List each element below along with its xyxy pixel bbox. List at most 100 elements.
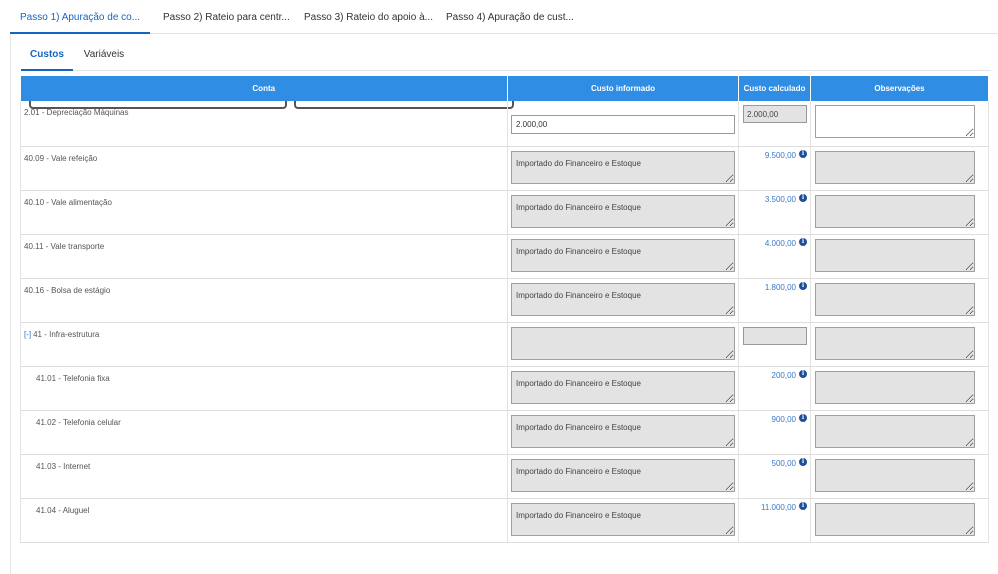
informed-cost-textarea[interactable] [511, 326, 735, 360]
step-tab-1[interactable]: Passo 1) Apuração de co... [10, 0, 151, 34]
calculated-cost-cell: 11.000,00 i [738, 498, 811, 543]
table-row: 41.02 - Telefonia celular Importado do F… [20, 410, 989, 455]
informed-cost-cell: Importado do Financeiro e Estoque [507, 410, 739, 455]
calculated-cost-cell: 3.500,00 i [738, 190, 811, 235]
account-name: 41 - Infra-estrutura [33, 329, 100, 339]
account-cell: 40.16 - Bolsa de estágio [20, 278, 508, 323]
calculated-cost-value: 9.500,00 [764, 150, 796, 160]
observations-cell [810, 322, 989, 367]
tab-variaveis[interactable]: Variáveis [77, 46, 131, 71]
observations-textarea[interactable] [815, 105, 975, 138]
account-cell: 40.11 - Vale transporte [20, 234, 508, 279]
informed-cost-textarea[interactable]: Importado do Financeiro e Estoque [511, 502, 735, 536]
tab-custos[interactable]: Custos [21, 46, 73, 71]
account-group: [-] 41 - Infra-estrutura [21, 323, 507, 339]
calculated-cost-cell: 1.800,00 i [738, 278, 811, 323]
observations-cell [810, 454, 989, 499]
account-name: 40.16 - Bolsa de estágio [24, 285, 111, 295]
calculated-cost-value: 200,00 [771, 370, 796, 380]
table-row: 40.10 - Vale alimentação Importado do Fi… [20, 190, 989, 235]
account-name: 41.04 - Aluguel [36, 505, 90, 515]
info-icon[interactable]: i [799, 237, 807, 246]
account-name: 41.03 - Internet [36, 461, 91, 471]
observations-cell [810, 366, 989, 411]
calculated-cost-value: 500,00 [771, 458, 796, 468]
observations-textarea[interactable] [815, 502, 975, 536]
account-cell: 2.01 - Depreciação Máquinas [20, 101, 508, 147]
observations-cell [810, 101, 989, 147]
info-icon[interactable]: i [799, 149, 807, 158]
table-row: 41.01 - Telefonia fixa Importado do Fina… [20, 366, 989, 411]
account-name: 2.01 - Depreciação Máquinas [24, 108, 129, 117]
calculated-cost-cell: 2.000,00 [738, 101, 811, 147]
observations-textarea[interactable] [815, 282, 975, 316]
info-icon[interactable]: i [799, 501, 807, 510]
calculated-cost-box [743, 326, 807, 345]
informed-cost-textarea[interactable]: Importado do Financeiro e Estoque [511, 150, 735, 184]
informed-cost-cell: Importado do Financeiro e Estoque [507, 278, 739, 323]
informed-cost-cell: Importado do Financeiro e Estoque [507, 498, 739, 543]
info-icon[interactable]: i [799, 457, 807, 466]
calculated-cost-value: 3.500,00 [764, 194, 796, 204]
header-observacoes[interactable]: Observações [810, 76, 989, 101]
observations-textarea[interactable] [815, 414, 975, 448]
informed-cost-textarea[interactable]: Importado do Financeiro e Estoque [511, 282, 735, 316]
calculated-cost-cell [738, 322, 811, 367]
info-icon[interactable]: i [799, 413, 807, 422]
calculated-cost-box: 2.000,00 [743, 105, 807, 123]
info-icon[interactable]: i [799, 369, 807, 378]
informed-cost-cell [507, 101, 739, 147]
costs-table: Conta Custo informado Custo calculado Ob… [20, 76, 989, 543]
calculated-cost-cell: 9.500,00 i [738, 146, 811, 191]
informed-cost-cell: Importado do Financeiro e Estoque [507, 454, 739, 499]
collapse-toggle[interactable]: [-] [24, 330, 31, 339]
observations-textarea[interactable] [815, 458, 975, 492]
account-name: 41.01 - Telefonia fixa [36, 373, 110, 383]
header-custo-calculado[interactable]: Custo calculado [738, 76, 811, 101]
observations-textarea[interactable] [815, 150, 975, 184]
observations-textarea[interactable] [815, 194, 975, 228]
informed-cost-cell: Importado do Financeiro e Estoque [507, 366, 739, 411]
info-icon[interactable]: i [799, 281, 807, 290]
informed-cost-cell: Importado do Financeiro e Estoque [507, 234, 739, 279]
calculated-cost-value: 900,00 [771, 414, 796, 424]
informed-cost-cell: Importado do Financeiro e Estoque [507, 146, 739, 191]
info-icon[interactable]: i [799, 193, 807, 202]
observations-textarea[interactable] [815, 238, 975, 272]
step-tab-3[interactable]: Passo 3) Rateio do apoio à... [294, 0, 443, 34]
observations-cell [810, 498, 989, 543]
account-cell: [-] 41 - Infra-estrutura [20, 322, 508, 367]
account-name: 41.02 - Telefonia celular [36, 417, 121, 427]
informed-cost-textarea[interactable]: Importado do Financeiro e Estoque [511, 458, 735, 492]
calculated-cost-value: 1.800,00 [764, 282, 796, 292]
calculated-cost-cell: 200,00 i [738, 366, 811, 411]
table-row: 40.11 - Vale transporte Importado do Fin… [20, 234, 989, 279]
informed-cost-cell [507, 322, 739, 367]
observations-cell [810, 234, 989, 279]
informed-cost-textarea[interactable]: Importado do Financeiro e Estoque [511, 238, 735, 272]
header-conta[interactable]: Conta [20, 76, 508, 101]
account-name: 40.10 - Vale alimentação [24, 197, 112, 207]
observations-cell [810, 146, 989, 191]
informed-cost-textarea[interactable]: Importado do Financeiro e Estoque [511, 414, 735, 448]
observations-cell [810, 410, 989, 455]
header-custo-informado[interactable]: Custo informado [507, 76, 739, 101]
account-cell: 40.09 - Vale refeição [20, 146, 508, 191]
informed-cost-textarea[interactable]: Importado do Financeiro e Estoque [511, 370, 735, 404]
observations-textarea[interactable] [815, 370, 975, 404]
table-row: 41.04 - Aluguel Importado do Financeiro … [20, 498, 989, 543]
informed-cost-cell: Importado do Financeiro e Estoque [507, 190, 739, 235]
informed-cost-textarea[interactable]: Importado do Financeiro e Estoque [511, 194, 735, 228]
step-tab-4[interactable]: Passo 4) Apuração de cust... [436, 0, 584, 34]
informed-cost-input[interactable] [511, 115, 735, 134]
table-header-row: Conta Custo informado Custo calculado Ob… [20, 76, 989, 101]
account-name: 40.11 - Vale transporte [24, 241, 105, 251]
calculated-cost-cell: 900,00 i [738, 410, 811, 455]
step-tab-2[interactable]: Passo 2) Rateio para centr... [153, 0, 300, 34]
table-row: 40.09 - Vale refeição Importado do Finan… [20, 146, 989, 191]
observations-textarea[interactable] [815, 326, 975, 360]
table-row: [-] 41 - Infra-estrutura [20, 322, 989, 367]
account-cell: 41.01 - Telefonia fixa [20, 366, 508, 411]
calculated-cost-value: 11.000,00 [761, 502, 796, 512]
observations-cell [810, 278, 989, 323]
